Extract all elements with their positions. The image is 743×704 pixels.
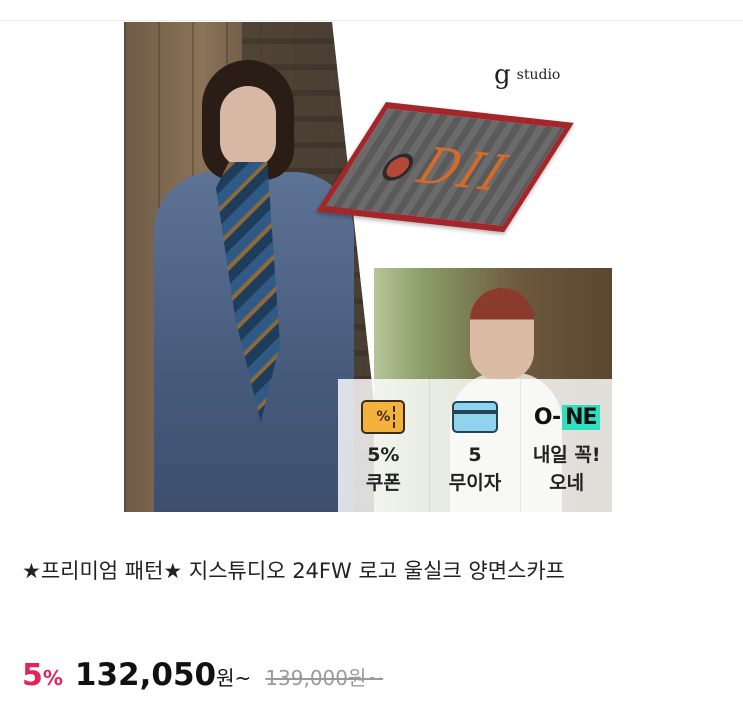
model-face [220, 86, 276, 168]
scarf-product-image: DII [316, 102, 574, 233]
delivery-promise: 내일 꼭! [532, 444, 601, 466]
product-image[interactable]: g studio DII % 5% 쿠폰 5 무이자 O- NE 내일 꼭! 오네 [124, 22, 612, 512]
scarf-pattern-letters: DII [404, 137, 523, 203]
installment-label: 무이자 [448, 472, 502, 494]
sale-price: 132,050 [74, 657, 217, 693]
discount-rate: 5 [22, 658, 43, 693]
second-model-head [470, 288, 534, 380]
original-price: 139,000원~ [265, 666, 384, 690]
coupon-badge: % 5% 쿠폰 [338, 379, 430, 512]
installment-badge: 5 무이자 [430, 379, 522, 512]
delivery-label: 오네 [549, 472, 585, 494]
price-unit: 원~ [216, 666, 252, 690]
brand-logo-mark: g [494, 60, 511, 90]
brand-logo-text: studio [516, 67, 561, 83]
benefit-badges: % 5% 쿠폰 5 무이자 O- NE 내일 꼭! 오네 [338, 379, 612, 512]
discount-percent-sign: % [42, 666, 63, 690]
price-row: 5 % 132,050 원~ 139,000원~ [22, 657, 383, 693]
brand-logo: g studio [494, 62, 560, 88]
top-divider [0, 0, 743, 21]
product-title[interactable]: ★프리미엄 패턴★ 지스튜디오 24FW 로고 울실크 양면스카프 [22, 552, 722, 591]
coupon-label: 쿠폰 [365, 472, 401, 494]
delivery-badge: O- NE 내일 꼭! 오네 [521, 379, 612, 512]
card-icon [452, 401, 498, 433]
installment-months: 5 [468, 444, 482, 466]
o-ne-logo-icon: O- NE [534, 404, 600, 430]
coupon-icon: % [361, 400, 406, 434]
coupon-rate: 5% [367, 444, 400, 466]
